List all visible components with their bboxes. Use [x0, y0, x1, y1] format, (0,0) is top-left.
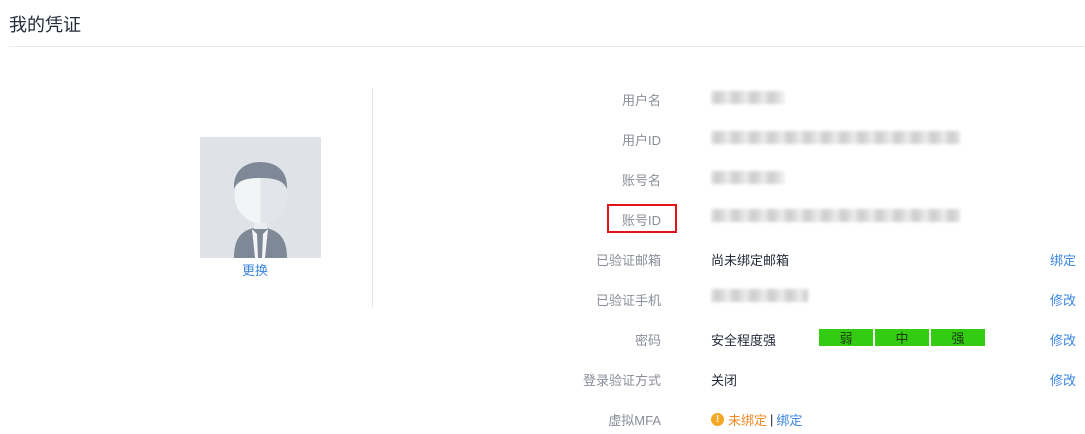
email-value: 尚未绑定邮箱	[711, 253, 790, 268]
modify-login-verify-link[interactable]: 修改	[1050, 370, 1076, 389]
title-divider	[9, 46, 1085, 47]
login-verify-label: 登录验证方式	[582, 373, 661, 388]
account-id-highlight	[607, 204, 677, 233]
user-avatar-icon	[200, 137, 321, 258]
strength-strong: 强	[931, 329, 985, 346]
mfa-label: 虚拟MFA	[608, 413, 661, 428]
phone-label: 已验证手机	[595, 293, 661, 308]
page-title: 我的凭证	[9, 15, 81, 35]
strength-weak: 弱	[819, 329, 873, 346]
password-strength-text: 安全程度强	[711, 333, 777, 348]
bind-mfa-link[interactable]: 绑定	[776, 410, 802, 429]
phone-value-redacted	[711, 289, 808, 302]
account-id-value-redacted	[711, 209, 960, 222]
account-name-value-redacted	[711, 171, 784, 184]
mfa-status: 未绑定	[728, 413, 768, 428]
user-id-label: 用户ID	[621, 133, 661, 148]
password-strength-bar: 弱 中 强	[819, 329, 985, 346]
mfa-status-group: ! 未绑定 | 绑定	[711, 410, 802, 429]
modify-password-link[interactable]: 修改	[1050, 330, 1076, 349]
modify-phone-link[interactable]: 修改	[1050, 290, 1076, 309]
warning-icon: !	[711, 413, 724, 426]
mfa-separator: |	[770, 412, 774, 427]
username-label: 用户名	[621, 93, 661, 108]
email-label: 已验证邮箱	[595, 253, 661, 268]
vertical-divider	[372, 88, 373, 308]
login-verify-value: 关闭	[711, 373, 738, 388]
strength-medium: 中	[875, 329, 929, 346]
user-id-value-redacted	[711, 131, 960, 144]
username-value-redacted	[711, 91, 784, 104]
change-avatar-link[interactable]: 更换	[200, 260, 310, 279]
password-label: 密码	[634, 333, 661, 348]
avatar	[200, 137, 321, 258]
bind-email-link[interactable]: 绑定	[1050, 250, 1076, 269]
account-name-label: 账号名	[621, 173, 661, 188]
